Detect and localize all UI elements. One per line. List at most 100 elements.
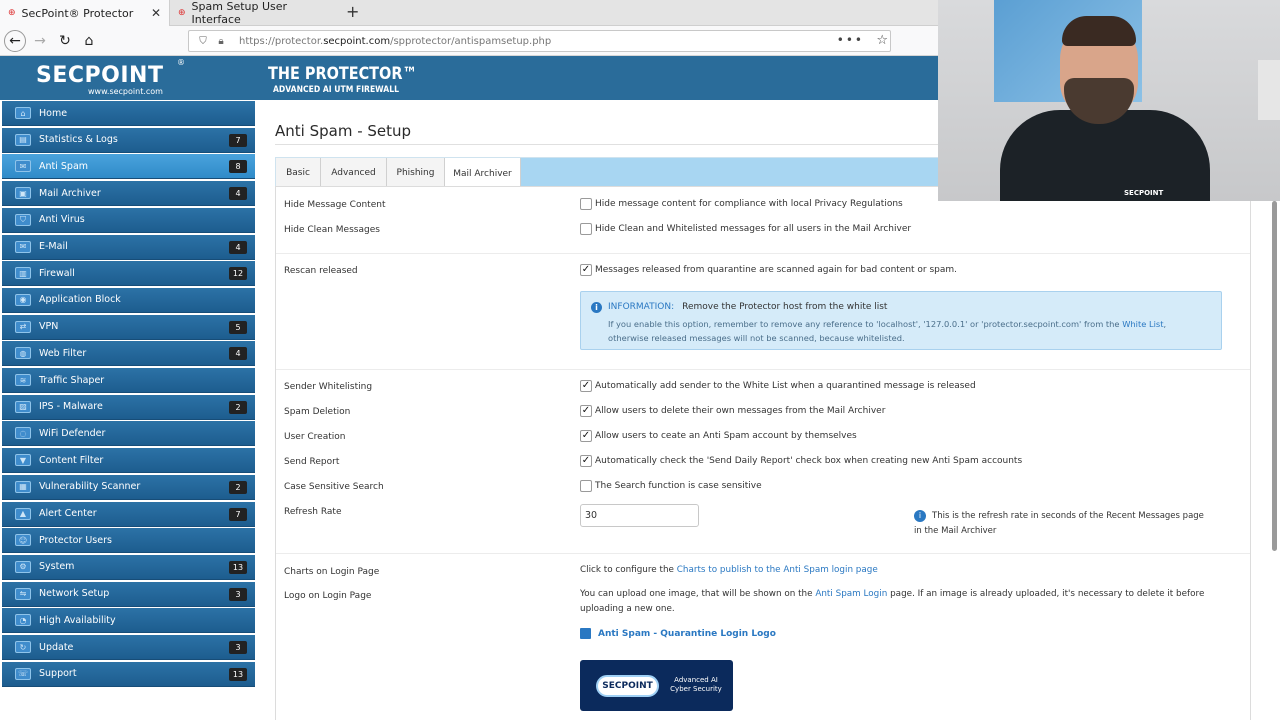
quarantine-logo-link[interactable]: Anti Spam - Quarantine Login Logo — [580, 628, 776, 639]
ips-icon: ▨ — [15, 400, 31, 413]
sidebar-item-anti-virus[interactable]: ⛉ Anti Virus — [2, 207, 255, 233]
reload-icon[interactable]: ↻ — [55, 31, 75, 51]
secpoint-favicon-icon: ⊕ — [178, 8, 186, 18]
sidebar-item-system[interactable]: ⚙ System 13 — [2, 554, 255, 580]
sender-whitelisting-checkbox[interactable]: ✓ — [580, 380, 592, 392]
browser-tab-spam-setup[interactable]: ⊕ Spam Setup User Interface — [170, 0, 338, 26]
rescan-option: ✓ Messages released from quarantine are … — [580, 264, 958, 276]
globe-icon: ◍ — [15, 347, 31, 360]
update-icon: ↻ — [15, 641, 31, 653]
charts-config-link[interactable]: Charts to publish to the Anti Spam login… — [677, 565, 878, 575]
spam-deletion-option: ✓ Allow users to delete their own messag… — [580, 405, 886, 417]
user-creation-label: User Creation — [284, 432, 346, 442]
hide-clean-option: Hide Clean and Whitelisted messages for … — [580, 223, 911, 235]
sidebar-item-vpn[interactable]: ⇄ VPN 5 — [2, 314, 255, 340]
new-tab-icon[interactable]: + — [346, 2, 359, 21]
rescan-checkbox[interactable]: ✓ — [580, 264, 592, 276]
sidebar-item-vulnerability-scanner[interactable]: ▦ Vulnerability Scanner 2 — [2, 474, 255, 500]
scanner-icon: ▦ — [15, 480, 31, 493]
hide-content-option: Hide message content for compliance with… — [580, 198, 903, 210]
white-list-link[interactable]: White List — [1122, 319, 1163, 329]
tab-advanced[interactable]: Advanced — [321, 158, 387, 188]
info-heading: INFORMATION: Remove the Protector host fr… — [608, 302, 888, 312]
sidebar-item-ips-malware[interactable]: ▨ IPS - Malware 2 — [2, 394, 255, 420]
sidebar-item-label: Statistics & Logs — [39, 134, 118, 146]
sidebar-item-traffic-shaper[interactable]: ≋ Traffic Shaper — [2, 368, 255, 393]
page-actions-icon[interactable]: ••• — [837, 33, 864, 47]
hide-clean-label: Hide Clean Messages — [284, 225, 380, 235]
home-icon: ⌂ — [15, 107, 31, 119]
sidebar-item-firewall[interactable]: ▥ Firewall 12 — [2, 261, 255, 287]
sidebar-item-e-mail[interactable]: ✉ E-Mail 4 — [2, 234, 255, 260]
presenter-hair — [1062, 16, 1136, 46]
firewall-icon: ▥ — [15, 267, 31, 280]
sidebar-item-label: Application Block — [39, 294, 121, 306]
hide-content-checkbox[interactable] — [580, 198, 592, 210]
close-tab-icon[interactable]: ✕ — [151, 6, 161, 20]
count-badge: 3 — [229, 587, 247, 601]
bookmark-star-icon[interactable]: ☆ — [876, 33, 888, 48]
webcam-overlay: SECPOINT — [938, 0, 1280, 201]
sidebar-item-mail-archiver[interactable]: ▣ Mail Archiver 4 — [2, 181, 255, 207]
filter-icon: ▼ — [15, 454, 31, 467]
logo-label: Logo on Login Page — [284, 591, 372, 601]
refresh-rate-label: Refresh Rate — [284, 507, 342, 517]
charts-label: Charts on Login Page — [284, 567, 380, 577]
send-report-checkbox[interactable]: ✓ — [580, 455, 592, 467]
secpoint-logo: SECPOINT — [36, 63, 164, 88]
image-file-icon — [580, 628, 591, 639]
forward-arrow-icon[interactable]: → — [30, 31, 50, 51]
sidebar-item-support[interactable]: ☏ Support 13 — [2, 661, 255, 687]
sidebar-item-anti-spam[interactable]: ✉ Anti Spam 8 — [2, 154, 255, 180]
sidebar-item-statistics-logs[interactable]: ▤ Statistics & Logs 7 — [2, 127, 255, 153]
refresh-rate-hint: i This is the refresh rate in seconds of … — [914, 509, 1204, 536]
registered-mark: ® — [177, 58, 185, 67]
sidebar-item-wifi-defender[interactable]: ◌ WiFi Defender — [2, 421, 255, 447]
spam-deletion-label: Spam Deletion — [284, 407, 351, 417]
title-divider — [275, 144, 955, 145]
chart-icon: ▤ — [15, 133, 31, 146]
sidebar-item-label: E-Mail — [39, 241, 68, 252]
sidebar-item-label: Content Filter — [39, 454, 104, 466]
address-bar[interactable]: ⛉ 🔒︎ https://protector.secpoint.com/sppr… — [188, 30, 891, 52]
sidebar-item-content-filter[interactable]: ▼ Content Filter — [2, 448, 255, 474]
tab-phishing[interactable]: Phishing — [387, 158, 445, 188]
charts-text: Click to configure the Charts to publish… — [580, 565, 878, 575]
anti-spam-login-link[interactable]: Anti Spam Login — [815, 589, 887, 599]
user-creation-checkbox[interactable]: ✓ — [580, 430, 592, 442]
info-text: If you enable this option, remember to r… — [608, 319, 1167, 343]
count-badge: 8 — [229, 160, 247, 174]
section-divider — [276, 369, 1250, 370]
archive-icon: ▣ — [15, 187, 31, 200]
send-report-option: ✓ Automatically check the 'Send Daily Re… — [580, 455, 1023, 467]
sidebar-item-web-filter[interactable]: ◍ Web Filter 4 — [2, 341, 255, 367]
mail-archiver-settings-panel: Hide Message Content Hide message conten… — [275, 186, 1251, 720]
sidebar-item-home[interactable]: ⌂ Home — [2, 101, 255, 126]
page-scrollbar[interactable] — [1272, 201, 1277, 551]
sidebar-item-alert-center[interactable]: ▲ Alert Center 7 — [2, 501, 255, 527]
block-icon: ◉ — [15, 293, 31, 306]
home-icon[interactable]: ⌂ — [79, 31, 99, 51]
count-badge: 5 — [229, 320, 247, 334]
hide-clean-checkbox[interactable] — [580, 223, 592, 235]
refresh-rate-input[interactable]: 30 — [580, 504, 699, 527]
tab-mail-archiver[interactable]: Mail Archiver — [445, 158, 521, 189]
logo-website: www.secpoint.com — [88, 87, 163, 96]
sidebar-item-update[interactable]: ↻ Update 3 — [2, 635, 255, 660]
sidebar-item-protector-users[interactable]: ☺ Protector Users — [2, 528, 255, 554]
spam-deletion-checkbox[interactable]: ✓ — [580, 405, 592, 417]
sidebar-item-network-setup[interactable]: ⇋ Network Setup 3 — [2, 581, 255, 607]
support-icon: ☏ — [15, 667, 31, 680]
sidebar-item-label: Update — [39, 641, 74, 653]
back-arrow-icon[interactable]: ← — [4, 30, 26, 52]
case-sensitive-checkbox[interactable] — [580, 480, 592, 492]
browser-tab-protector[interactable]: ⊕ SecPoint® Protector ✕ — [0, 0, 170, 26]
page-title: Anti Spam - Setup — [275, 122, 412, 140]
tab-basic[interactable]: Basic — [276, 158, 321, 188]
mail-icon: ✉ — [15, 160, 31, 173]
section-divider — [276, 553, 1250, 554]
sidebar-item-application-block[interactable]: ◉ Application Block — [2, 287, 255, 313]
sidebar-item-high-availability[interactable]: ◔ High Availability — [2, 608, 255, 634]
alert-icon: ▲ — [15, 507, 31, 520]
info-icon: i — [914, 509, 926, 522]
